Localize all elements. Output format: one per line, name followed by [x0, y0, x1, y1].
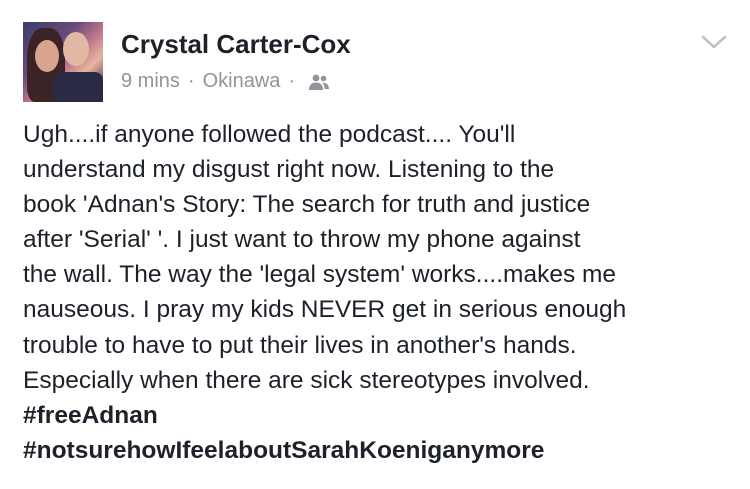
post-body-line: trouble to have to put their lives in an… — [23, 331, 577, 359]
avatar[interactable] — [23, 22, 103, 102]
avatar-face-second — [63, 32, 89, 66]
post-body: Ugh....if anyone followed the podcast...… — [23, 117, 743, 468]
post-body-line: the wall. The way the 'legal system' wor… — [23, 261, 617, 289]
post-timestamp[interactable]: 9 mins — [121, 70, 180, 93]
avatar-face — [35, 40, 59, 72]
hashtag-link[interactable]: #notsurehowIfeelaboutSarahKoeniganymore — [23, 433, 743, 468]
post-body-line: understand my disgust right now. Listeni… — [23, 156, 555, 184]
post-body-line: Ugh....if anyone followed the podcast...… — [23, 121, 516, 148]
avatar-shirt — [53, 72, 103, 102]
chevron-down-icon[interactable] — [700, 32, 728, 52]
friends-icon[interactable] — [307, 73, 331, 91]
author-name[interactable]: Crystal Carter-Cox — [121, 29, 351, 60]
post-body-line: book 'Adnan's Story: The search for trut… — [23, 191, 591, 219]
hashtag-link[interactable]: #freeAdnan — [23, 398, 743, 433]
post-body-line: Especially when there are sick stereotyp… — [23, 366, 590, 394]
post-body-line: after 'Serial' '. I just want to throw m… — [23, 226, 581, 254]
post-location[interactable]: Okinawa — [203, 70, 281, 93]
post-body-line: nauseous. I pray my kids NEVER get in se… — [23, 296, 627, 324]
post-meta: 9 mins · Okinawa · — [121, 70, 331, 93]
meta-separator-2: · — [288, 70, 296, 92]
feed-post: Crystal Carter-Cox 9 mins · Okinawa · Ug… — [0, 0, 750, 489]
meta-separator: · — [187, 70, 195, 92]
